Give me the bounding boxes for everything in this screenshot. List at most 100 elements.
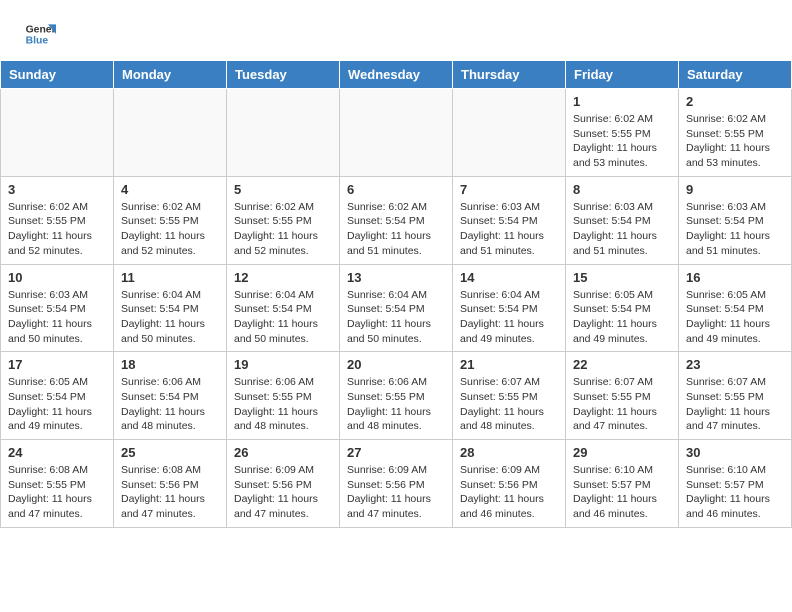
calendar-cell: 4 Sunrise: 6:02 AMSunset: 5:55 PMDaylight… [114,176,227,264]
calendar-cell: 6Sunrise: 6:02 AMSunset: 5:54 PMDaylight… [340,176,453,264]
day-info: Sunrise: 6:03 AMSunset: 5:54 PMDaylight:… [8,288,106,347]
day-number: 3 [8,182,106,197]
calendar-cell: 13 Sunrise: 6:04 AMSunset: 5:54 PMDayligh… [340,264,453,352]
calendar-cell: 7Sunrise: 6:03 AMSunset: 5:54 PMDaylight… [453,176,566,264]
weekday-header-thursday: Thursday [453,61,566,89]
day-number: 16 [686,270,784,285]
calendar-cell: 30 Sunrise: 6:10 AMSunset: 5:57 PMDayligh… [679,440,792,528]
calendar-week-3: 10 Sunrise: 6:03 AMSunset: 5:54 PMDayligh… [1,264,792,352]
day-number: 2 [686,94,784,109]
calendar-cell [453,89,566,177]
day-info: Sunrise: 6:09 AMSunset: 5:56 PMDaylight:… [347,463,445,522]
day-info: Sunrise: 6:06 AMSunset: 5:54 PMDaylight:… [121,375,219,434]
day-number: 7 [460,182,558,197]
calendar-cell: 5Sunrise: 6:02 AMSunset: 5:55 PMDaylight… [227,176,340,264]
calendar-cell: 15 Sunrise: 6:05 AMSunset: 5:54 PMDayligh… [566,264,679,352]
day-info: Sunrise: 6:04 AMSunset: 5:54 PMDaylight:… [460,288,558,347]
day-number: 29 [573,445,671,460]
day-number: 30 [686,445,784,460]
calendar-cell: 21Sunrise: 6:07 AMSunset: 5:55 PMDayligh… [453,352,566,440]
day-number: 9 [686,182,784,197]
calendar-cell: 12 Sunrise: 6:04 AMSunset: 5:54 PMDayligh… [227,264,340,352]
day-number: 12 [234,270,332,285]
day-number: 22 [573,357,671,372]
day-number: 23 [686,357,784,372]
day-number: 20 [347,357,445,372]
calendar-cell: 11 Sunrise: 6:04 AMSunset: 5:54 PMDayligh… [114,264,227,352]
calendar-cell: 26 Sunrise: 6:09 AMSunset: 5:56 PMDayligh… [227,440,340,528]
calendar-cell: 17 Sunrise: 6:05 AMSunset: 5:54 PMDayligh… [1,352,114,440]
day-info: Sunrise: 6:09 AMSunset: 5:56 PMDaylight:… [460,463,558,522]
calendar-cell: 18 Sunrise: 6:06 AMSunset: 5:54 PMDayligh… [114,352,227,440]
day-number: 4 [121,182,219,197]
weekday-header-friday: Friday [566,61,679,89]
weekday-header-tuesday: Tuesday [227,61,340,89]
calendar-cell: 27 Sunrise: 6:09 AMSunset: 5:56 PMDayligh… [340,440,453,528]
day-number: 17 [8,357,106,372]
day-number: 13 [347,270,445,285]
day-number: 14 [460,270,558,285]
calendar-cell: 8 Sunrise: 6:03 AMSunset: 5:54 PMDaylight… [566,176,679,264]
weekday-header-monday: Monday [114,61,227,89]
calendar-cell: 29 Sunrise: 6:10 AMSunset: 5:57 PMDayligh… [566,440,679,528]
day-info: Sunrise: 6:02 AMSunset: 5:55 PMDaylight:… [121,200,219,259]
logo-icon: General Blue [24,18,56,50]
day-info: Sunrise: 6:02 AMSunset: 5:55 PMDaylight:… [8,200,106,259]
svg-text:Blue: Blue [26,36,49,47]
calendar-cell: 16 Sunrise: 6:05 AMSunset: 5:54 PMDayligh… [679,264,792,352]
day-info: Sunrise: 6:04 AMSunset: 5:54 PMDaylight:… [234,288,332,347]
calendar-cell [114,89,227,177]
day-number: 10 [8,270,106,285]
calendar-cell: 3 Sunrise: 6:02 AMSunset: 5:55 PMDaylight… [1,176,114,264]
page-header: General Blue [0,0,792,60]
day-info: Sunrise: 6:05 AMSunset: 5:54 PMDaylight:… [573,288,671,347]
day-info: Sunrise: 6:06 AMSunset: 5:55 PMDaylight:… [347,375,445,434]
calendar-cell: 25 Sunrise: 6:08 AMSunset: 5:56 PMDayligh… [114,440,227,528]
calendar-week-4: 17 Sunrise: 6:05 AMSunset: 5:54 PMDayligh… [1,352,792,440]
calendar-cell: 2 Sunrise: 6:02 AMSunset: 5:55 PMDaylight… [679,89,792,177]
day-number: 19 [234,357,332,372]
calendar-cell: 28 Sunrise: 6:09 AMSunset: 5:56 PMDayligh… [453,440,566,528]
weekday-header-saturday: Saturday [679,61,792,89]
day-info: Sunrise: 6:02 AMSunset: 5:55 PMDaylight:… [573,112,671,171]
day-info: Sunrise: 6:04 AMSunset: 5:54 PMDaylight:… [121,288,219,347]
calendar-cell [227,89,340,177]
calendar-cell: 1 Sunrise: 6:02 AMSunset: 5:55 PMDaylight… [566,89,679,177]
day-number: 11 [121,270,219,285]
calendar-table: SundayMondayTuesdayWednesdayThursdayFrid… [0,60,792,528]
day-number: 28 [460,445,558,460]
day-number: 1 [573,94,671,109]
calendar-cell [340,89,453,177]
calendar-cell: 14 Sunrise: 6:04 AMSunset: 5:54 PMDayligh… [453,264,566,352]
day-info: Sunrise: 6:05 AMSunset: 5:54 PMDaylight:… [8,375,106,434]
weekday-header-wednesday: Wednesday [340,61,453,89]
weekday-header-sunday: Sunday [1,61,114,89]
calendar-cell [1,89,114,177]
day-info: Sunrise: 6:03 AMSunset: 5:54 PMDaylight:… [573,200,671,259]
day-info: Sunrise: 6:08 AMSunset: 5:56 PMDaylight:… [121,463,219,522]
day-number: 6 [347,182,445,197]
day-number: 27 [347,445,445,460]
day-info: Sunrise: 6:08 AMSunset: 5:55 PMDaylight:… [8,463,106,522]
day-info: Sunrise: 6:10 AMSunset: 5:57 PMDaylight:… [686,463,784,522]
day-number: 5 [234,182,332,197]
day-number: 24 [8,445,106,460]
day-info: Sunrise: 6:05 AMSunset: 5:54 PMDaylight:… [686,288,784,347]
day-info: Sunrise: 6:09 AMSunset: 5:56 PMDaylight:… [234,463,332,522]
day-info: Sunrise: 6:07 AMSunset: 5:55 PMDaylight:… [686,375,784,434]
calendar-week-5: 24 Sunrise: 6:08 AMSunset: 5:55 PMDayligh… [1,440,792,528]
calendar-cell: 19Sunrise: 6:06 AMSunset: 5:55 PMDayligh… [227,352,340,440]
calendar-cell: 10 Sunrise: 6:03 AMSunset: 5:54 PMDayligh… [1,264,114,352]
day-info: Sunrise: 6:02 AMSunset: 5:55 PMDaylight:… [686,112,784,171]
day-info: Sunrise: 6:03 AMSunset: 5:54 PMDaylight:… [686,200,784,259]
calendar-cell: 20 Sunrise: 6:06 AMSunset: 5:55 PMDayligh… [340,352,453,440]
calendar-cell: 24 Sunrise: 6:08 AMSunset: 5:55 PMDayligh… [1,440,114,528]
calendar-cell: 9 Sunrise: 6:03 AMSunset: 5:54 PMDaylight… [679,176,792,264]
day-info: Sunrise: 6:10 AMSunset: 5:57 PMDaylight:… [573,463,671,522]
day-number: 18 [121,357,219,372]
day-number: 8 [573,182,671,197]
day-number: 25 [121,445,219,460]
day-info: Sunrise: 6:04 AMSunset: 5:54 PMDaylight:… [347,288,445,347]
day-number: 26 [234,445,332,460]
day-number: 15 [573,270,671,285]
